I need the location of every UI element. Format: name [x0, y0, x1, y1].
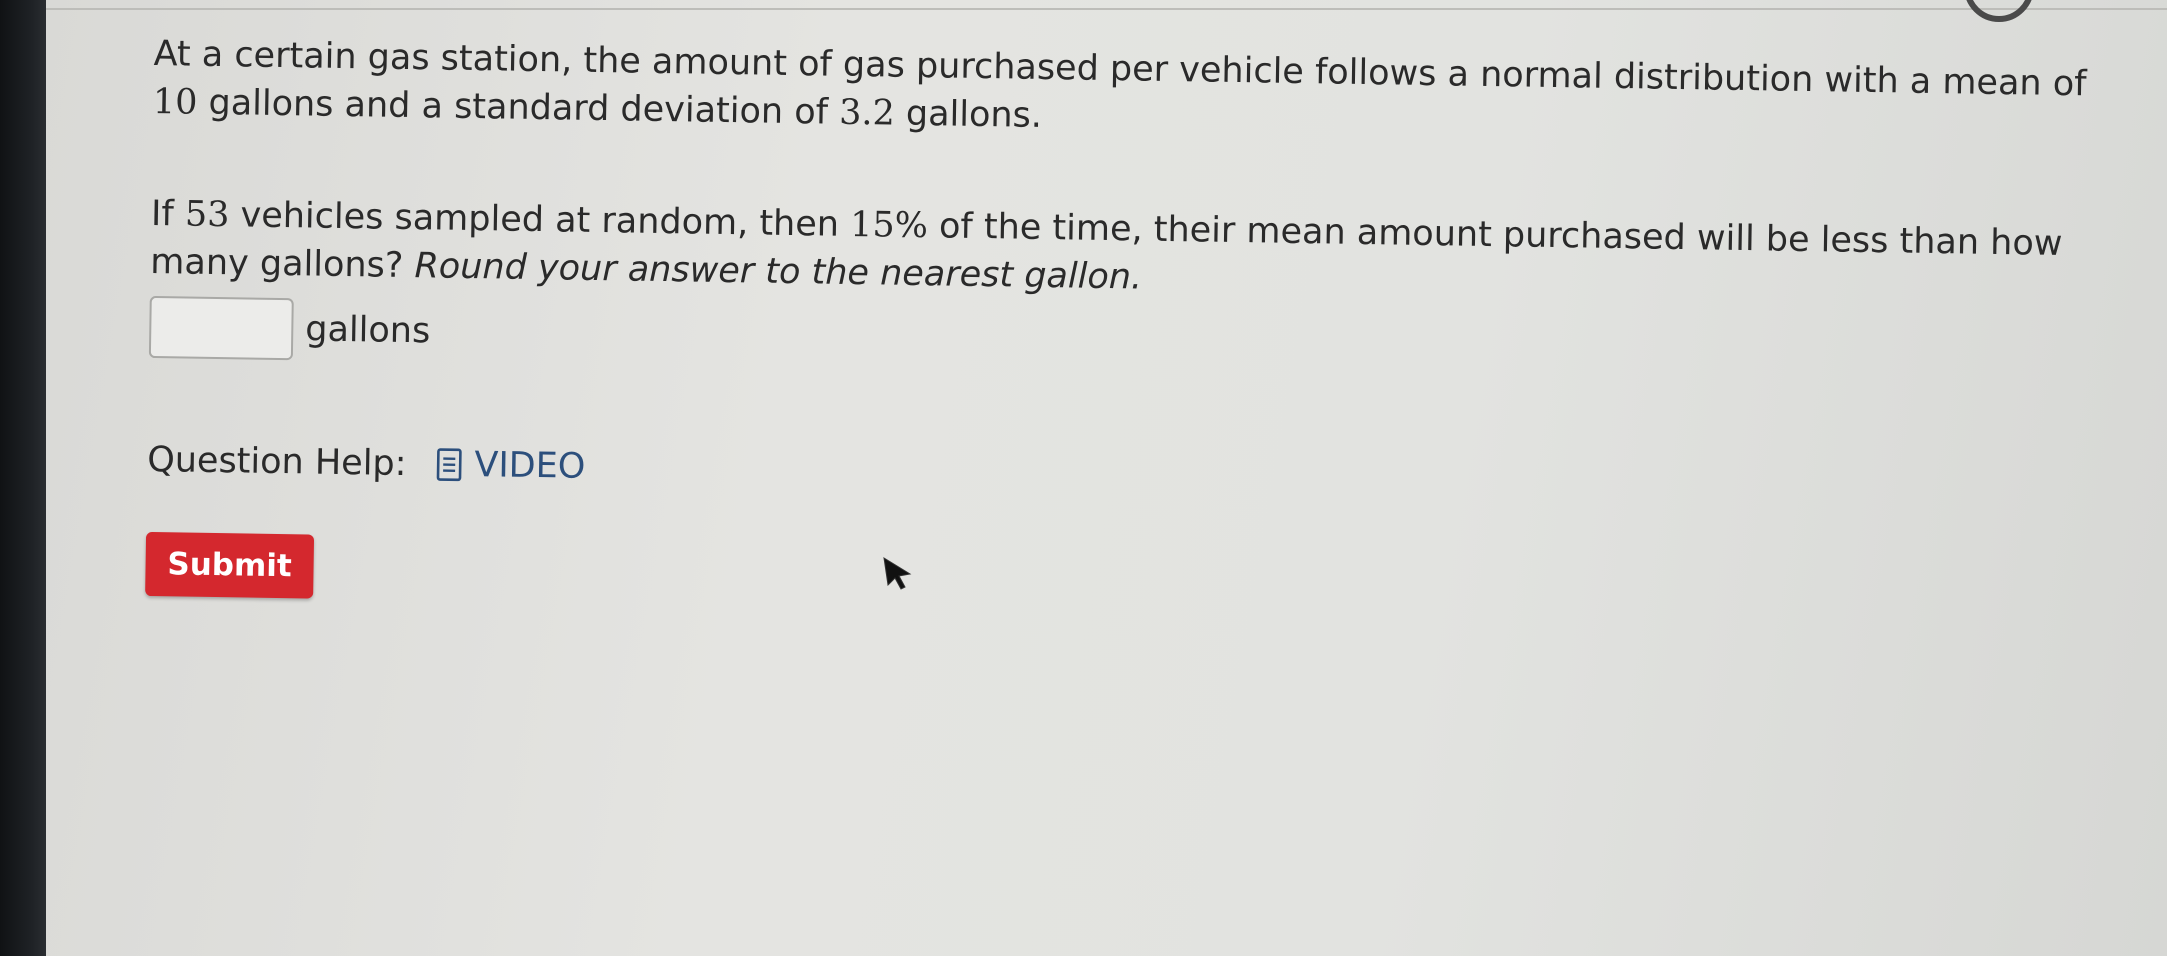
submit-button[interactable]: Submit [145, 531, 315, 599]
video-help-link[interactable]: VIDEO [436, 444, 586, 487]
question-help: Question Help: VIDEO [147, 440, 2127, 511]
screen: At a certain gas station, the amount of … [46, 0, 2167, 956]
percent-value: 15% [849, 204, 929, 247]
video-label: VIDEO [474, 445, 586, 487]
top-divider [46, 8, 2167, 10]
answer-unit: gallons [305, 309, 431, 352]
document-icon [436, 448, 462, 482]
answer-input[interactable] [148, 295, 294, 361]
question-panel: At a certain gas station, the amount of … [145, 30, 2134, 627]
rounding-instruction: Round your answer to the nearest gallon. [414, 246, 1143, 298]
question-text-1: At a certain gas station, the amount of … [152, 30, 2113, 157]
sample-size: 53 [184, 194, 230, 236]
question-help-label: Question Help: [146, 439, 407, 485]
mouse-cursor-icon [883, 557, 912, 590]
question-text-1c: gallons. [894, 93, 1043, 136]
partial-circle-icon [1964, 0, 2034, 22]
question-text-2b: vehicles sampled at random, then [229, 195, 851, 245]
sd-value: 3.2 [838, 92, 896, 134]
mean-value: 10 [152, 81, 198, 123]
question-text-2a: If [150, 193, 186, 235]
monitor-bezel [0, 0, 46, 956]
question-text-1b: gallons and a standard deviation of [197, 82, 840, 133]
